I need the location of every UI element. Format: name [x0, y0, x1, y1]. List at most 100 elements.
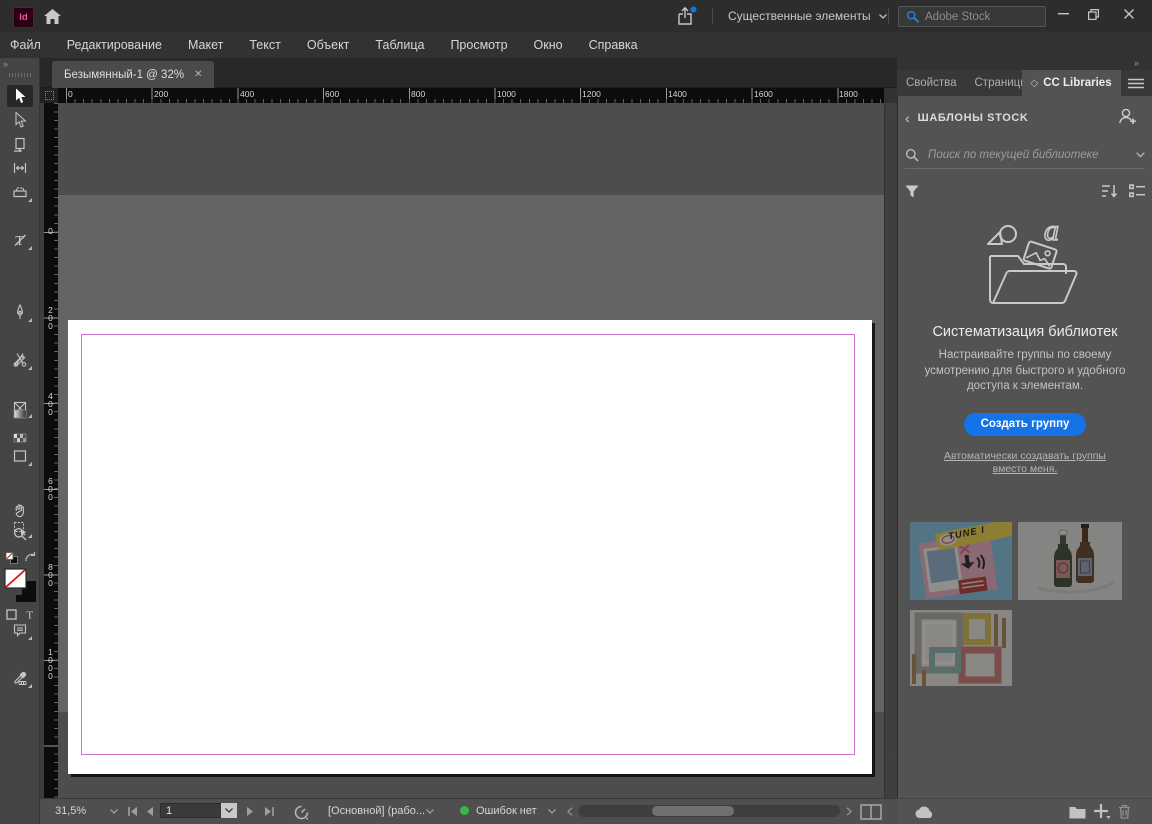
empty-state-text: Настраивайте группы по своему усмотрению…	[905, 348, 1145, 395]
menu-view[interactable]: Просмотр	[450, 38, 507, 52]
page-number-input[interactable]: 1	[160, 803, 222, 818]
formatting-affects-row: T	[6, 608, 36, 620]
library-item-tune-in-collage[interactable]: TUNE I	[910, 522, 1012, 600]
trash-icon[interactable]	[1118, 804, 1131, 819]
pasteboard[interactable]	[58, 195, 884, 712]
menu-type[interactable]: Текст	[249, 38, 280, 52]
auto-create-groups-link[interactable]: Автоматически создавать группы вместо ме…	[905, 450, 1145, 476]
horizontal-ruler[interactable]: 0 200 400 600 800 1000 1200 1400 1600 18…	[58, 88, 884, 103]
scroll-right-arrow[interactable]	[846, 807, 852, 816]
page-number-dropdown[interactable]	[221, 803, 237, 818]
create-group-button[interactable]: Создать группу	[964, 413, 1087, 436]
formatting-affects-text-icon[interactable]: T	[25, 608, 36, 620]
separator	[888, 8, 889, 24]
swap-fill-stroke-icon[interactable]	[24, 551, 37, 564]
list-view-icon[interactable]	[1129, 184, 1145, 198]
menu-layout[interactable]: Макет	[188, 38, 223, 52]
minimize-button[interactable]	[1046, 0, 1080, 28]
sort-icon[interactable]	[1102, 184, 1118, 198]
panel-collapse-icon[interactable]: »	[1134, 58, 1138, 68]
search-icon	[906, 10, 919, 23]
tools-drag-handle[interactable]	[9, 73, 31, 77]
tab-pages[interactable]: Страницы	[966, 70, 1022, 96]
page-tool[interactable]	[0, 132, 40, 156]
menu-bar: Файл Редактирование Макет Текст Объект Т…	[0, 32, 1152, 58]
selection-tool[interactable]	[0, 84, 40, 108]
sync-status-icon: ◇	[1031, 78, 1039, 89]
content-collector-tool[interactable]	[0, 180, 40, 204]
close-button[interactable]	[1112, 0, 1146, 28]
invite-people-icon[interactable]	[1118, 107, 1137, 125]
share-icon[interactable]	[674, 6, 698, 26]
zoom-level-chevron-icon[interactable]	[110, 809, 118, 814]
workspace-switcher[interactable]: Существенные элементы	[722, 0, 893, 32]
menu-table[interactable]: Таблица	[375, 38, 424, 52]
adobe-stock-search-input[interactable]: Adobe Stock	[898, 6, 1046, 27]
preflight-chevron-icon[interactable]	[548, 809, 556, 814]
vertical-scrollbar[interactable]	[884, 103, 897, 798]
library-title: ШАБЛОНЫ STOCK	[918, 112, 1029, 124]
panel-bottom-bar	[897, 798, 1152, 824]
preflight-gauge-icon[interactable]	[293, 804, 310, 821]
menu-file[interactable]: Файл	[10, 38, 41, 52]
filter-funnel-icon[interactable]	[905, 185, 919, 198]
tab-properties[interactable]: Свойства	[897, 70, 966, 96]
tools-collapse-icon[interactable]: »	[3, 59, 7, 69]
document-tab-title: Безымянный-1 @ 32%	[64, 69, 184, 81]
horizontal-scrollbar-thumb[interactable]	[652, 806, 734, 816]
menu-object[interactable]: Объект	[307, 38, 350, 52]
master-page-chevron-icon[interactable]	[426, 809, 434, 814]
library-search-input[interactable]: Поиск по текущей библиотеке	[905, 142, 1145, 169]
zoom-level-value[interactable]: 31,5%	[55, 805, 86, 817]
menu-help[interactable]: Справка	[589, 38, 638, 52]
search-scope-chevron-icon[interactable]	[1136, 152, 1145, 158]
add-item-icon[interactable]	[1094, 804, 1111, 820]
gap-tool[interactable]	[0, 156, 40, 180]
status-bar: 31,5% 1 [Основной] (рабо... Ошибок нет	[40, 798, 897, 824]
library-item-bottles-photo[interactable]	[1018, 522, 1122, 600]
document-canvas[interactable]	[58, 103, 884, 798]
default-fill-stroke-icon[interactable]	[5, 552, 19, 565]
page-spread[interactable]	[68, 320, 872, 774]
vertical-ruler[interactable]: 0 200 400 600 800 1000	[44, 103, 58, 798]
menu-edit[interactable]: Редактирование	[67, 38, 162, 52]
tab-cc-libraries[interactable]: ◇ CC Libraries	[1022, 70, 1121, 96]
sync-cloud-icon[interactable]	[914, 806, 935, 819]
panel-menu-icon[interactable]	[1126, 76, 1146, 90]
last-page-button[interactable]	[264, 807, 274, 816]
line-tool[interactable]	[0, 228, 40, 252]
note-tool[interactable]	[0, 618, 40, 642]
split-view-icon[interactable]	[860, 804, 882, 820]
pen-tool[interactable]	[0, 300, 40, 324]
document-tab[interactable]: Безымянный-1 @ 32% ✕	[52, 61, 214, 88]
new-library-folder-icon[interactable]	[1069, 805, 1086, 819]
gradient-feather-tool[interactable]	[0, 426, 40, 450]
indesign-logo: Id	[13, 7, 34, 28]
previous-page-button[interactable]	[146, 807, 154, 816]
tab-close-icon[interactable]: ✕	[194, 69, 202, 80]
gradient-swatch-tool[interactable]	[0, 402, 40, 426]
restore-button[interactable]	[1076, 0, 1110, 28]
workspace-label: Существенные элементы	[728, 9, 871, 23]
scroll-left-arrow[interactable]	[567, 807, 573, 816]
stroke-swatch-black[interactable]	[4, 568, 37, 603]
preflight-status-text[interactable]: Ошибок нет	[476, 805, 537, 817]
vertical-scrollbar-thumb[interactable]	[887, 109, 895, 759]
direct-selection-tool[interactable]	[0, 108, 40, 132]
library-item-picture-frames[interactable]	[910, 610, 1012, 686]
next-page-button[interactable]	[246, 807, 254, 816]
menu-window[interactable]: Окно	[534, 38, 563, 52]
ruler-origin-box[interactable]	[40, 88, 58, 103]
color-theme-eyedropper-tool[interactable]	[0, 666, 40, 690]
zoom-tool[interactable]	[0, 522, 40, 546]
filter-row	[905, 180, 1145, 202]
home-icon[interactable]	[41, 7, 63, 25]
hand-tool[interactable]	[0, 498, 40, 522]
formatting-affects-container-icon[interactable]	[6, 609, 17, 620]
back-chevron-icon[interactable]: ‹	[905, 110, 910, 126]
margin-guides	[81, 334, 855, 755]
scissors-tool[interactable]	[0, 348, 40, 372]
master-page-indicator[interactable]: [Основной] (рабо...	[328, 805, 425, 817]
first-page-button[interactable]	[128, 807, 138, 816]
svg-text:T: T	[26, 610, 33, 621]
